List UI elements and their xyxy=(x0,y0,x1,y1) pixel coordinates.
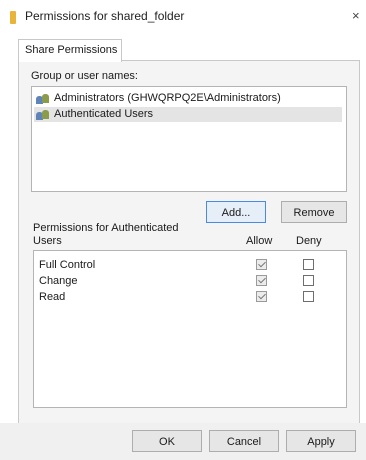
permission-row-read: Read xyxy=(34,289,346,307)
allow-checkbox-change[interactable] xyxy=(256,275,267,286)
deny-checkbox-read[interactable] xyxy=(303,291,314,302)
user-name: Authenticated Users xyxy=(54,108,154,120)
add-button[interactable]: Add... xyxy=(206,201,266,223)
remove-button[interactable]: Remove xyxy=(281,201,347,223)
deny-checkbox-full-control[interactable] xyxy=(303,259,314,270)
allow-header: Allow xyxy=(246,235,273,247)
apply-button[interactable]: Apply xyxy=(286,430,356,452)
deny-checkbox-change[interactable] xyxy=(303,275,314,286)
tab-share-permissions[interactable]: Share Permissions xyxy=(18,39,122,62)
permission-name: Change xyxy=(39,275,78,287)
title-bar: Permissions for shared_folder × xyxy=(0,0,366,34)
cancel-button[interactable]: Cancel xyxy=(209,430,279,452)
user-name: Administrators (GHWQRPQ2E\Administrators… xyxy=(54,92,281,104)
list-item-administrators[interactable]: Administrators (GHWQRPQ2E\Administrators… xyxy=(34,91,342,106)
permissions-label: Permissions for Authenticated xyxy=(33,222,179,234)
tab-label: Share Permissions xyxy=(25,44,118,56)
permissions-label-user: Users xyxy=(33,235,62,247)
allow-checkbox-full-control[interactable] xyxy=(256,259,267,270)
user-group-icon xyxy=(36,93,50,104)
close-icon[interactable]: × xyxy=(352,8,366,24)
group-label: Group or user names: xyxy=(31,70,138,82)
permissions-list: Full Control Change Read xyxy=(33,250,347,408)
window-title: Permissions for shared_folder xyxy=(25,9,185,23)
deny-header: Deny xyxy=(296,235,322,247)
folder-icon xyxy=(10,11,16,24)
permission-name: Read xyxy=(39,291,66,303)
allow-checkbox-read[interactable] xyxy=(256,291,267,302)
list-item-authenticated-users[interactable]: Authenticated Users xyxy=(34,107,342,122)
ok-button[interactable]: OK xyxy=(132,430,202,452)
permission-name: Full Control xyxy=(39,259,96,271)
user-list[interactable]: Administrators (GHWQRPQ2E\Administrators… xyxy=(31,86,347,192)
dialog-footer: OK Cancel Apply xyxy=(0,423,366,460)
share-permissions-panel: Group or user names: Administrators (GHW… xyxy=(18,60,360,424)
user-group-icon xyxy=(36,109,50,120)
